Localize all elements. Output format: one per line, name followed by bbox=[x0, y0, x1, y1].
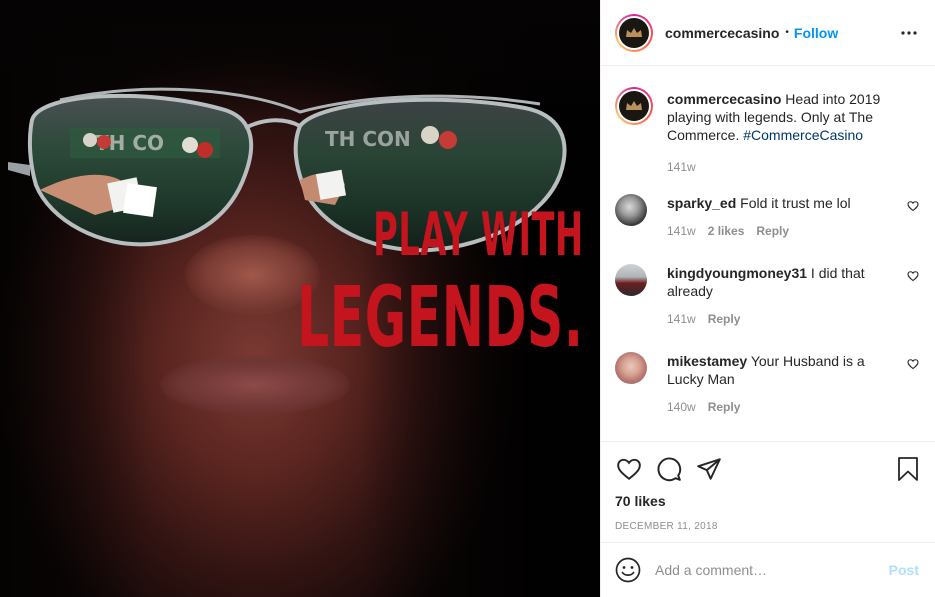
caption-username[interactable]: commercecasino bbox=[667, 91, 781, 107]
post-side-panel: commercecasino • Follow commercecasino H… bbox=[600, 0, 935, 597]
heart-outline-icon[interactable] bbox=[907, 270, 919, 282]
svg-text:TH CON: TH CON bbox=[325, 127, 411, 151]
comment-item: kingdyoungmoney31 I did that already 141… bbox=[615, 264, 919, 328]
image-tagline: PLAY WITH LEGENDS. bbox=[106, 205, 584, 359]
comment-icon[interactable] bbox=[655, 455, 683, 483]
commenter-avatar[interactable] bbox=[615, 264, 647, 296]
add-comment-bar: Post bbox=[601, 542, 935, 597]
instagram-post: TH CO TH CON PLAY WITH LEGENDS. commerce… bbox=[0, 0, 935, 597]
commenter-avatar[interactable] bbox=[615, 352, 647, 384]
bookmark-icon[interactable] bbox=[894, 455, 922, 483]
comment-time[interactable]: 140w bbox=[667, 398, 696, 416]
post-date[interactable]: December 11, 2018 bbox=[615, 521, 919, 532]
tagline-line-1: PLAY WITH bbox=[373, 200, 584, 270]
reply-button[interactable]: Reply bbox=[708, 398, 741, 416]
likes-count[interactable]: 70 likes bbox=[615, 493, 919, 509]
commenter-avatar[interactable] bbox=[615, 194, 647, 226]
heart-outline-icon[interactable] bbox=[907, 200, 919, 212]
heart-outline-icon[interactable] bbox=[907, 358, 919, 370]
comments-section[interactable]: commercecasino Head into 2019 playing wi… bbox=[601, 66, 935, 441]
paper-plane-icon[interactable] bbox=[695, 455, 723, 483]
smiley-icon[interactable] bbox=[615, 557, 641, 583]
comment-item: mikestamey Your Husband is a Lucky Man 1… bbox=[615, 352, 919, 416]
crown-logo-icon bbox=[626, 27, 642, 37]
reply-button[interactable]: Reply bbox=[708, 310, 741, 328]
comment-likes[interactable]: 2 likes bbox=[708, 222, 745, 240]
post-header: commercecasino • Follow bbox=[601, 0, 935, 66]
comment-username[interactable]: mikestamey bbox=[667, 353, 747, 369]
more-horizontal-icon[interactable] bbox=[899, 23, 919, 43]
tagline-line-2: LEGENDS. bbox=[297, 268, 584, 366]
comment-username[interactable]: kingdyoungmoney31 bbox=[667, 265, 807, 281]
author-username[interactable]: commercecasino bbox=[665, 25, 779, 41]
comment-time[interactable]: 141w bbox=[667, 222, 696, 240]
heart-icon[interactable] bbox=[615, 455, 643, 483]
author-avatar[interactable] bbox=[615, 13, 653, 52]
post-comment-button[interactable]: Post bbox=[889, 562, 919, 578]
comment-time[interactable]: 141w bbox=[667, 310, 696, 328]
crown-logo-icon bbox=[626, 101, 642, 110]
comment-input[interactable] bbox=[655, 562, 889, 578]
comment-text: Fold it trust me lol bbox=[740, 195, 851, 211]
post-image[interactable]: TH CO TH CON PLAY WITH LEGENDS. bbox=[0, 0, 600, 597]
caption-avatar[interactable] bbox=[615, 87, 653, 125]
header-separator: • bbox=[785, 27, 789, 38]
comment-item: sparky_ed Fold it trust me lol 141w 2 li… bbox=[615, 194, 919, 240]
post-caption: commercecasino Head into 2019 playing wi… bbox=[615, 87, 919, 176]
caption-time[interactable]: 141w bbox=[667, 158, 696, 176]
reply-button[interactable]: Reply bbox=[756, 222, 789, 240]
caption-hashtag[interactable]: #CommerceCasino bbox=[743, 127, 863, 143]
comment-username[interactable]: sparky_ed bbox=[667, 195, 736, 211]
post-actions: 70 likes December 11, 2018 bbox=[601, 441, 935, 532]
follow-button[interactable]: Follow bbox=[794, 25, 838, 41]
